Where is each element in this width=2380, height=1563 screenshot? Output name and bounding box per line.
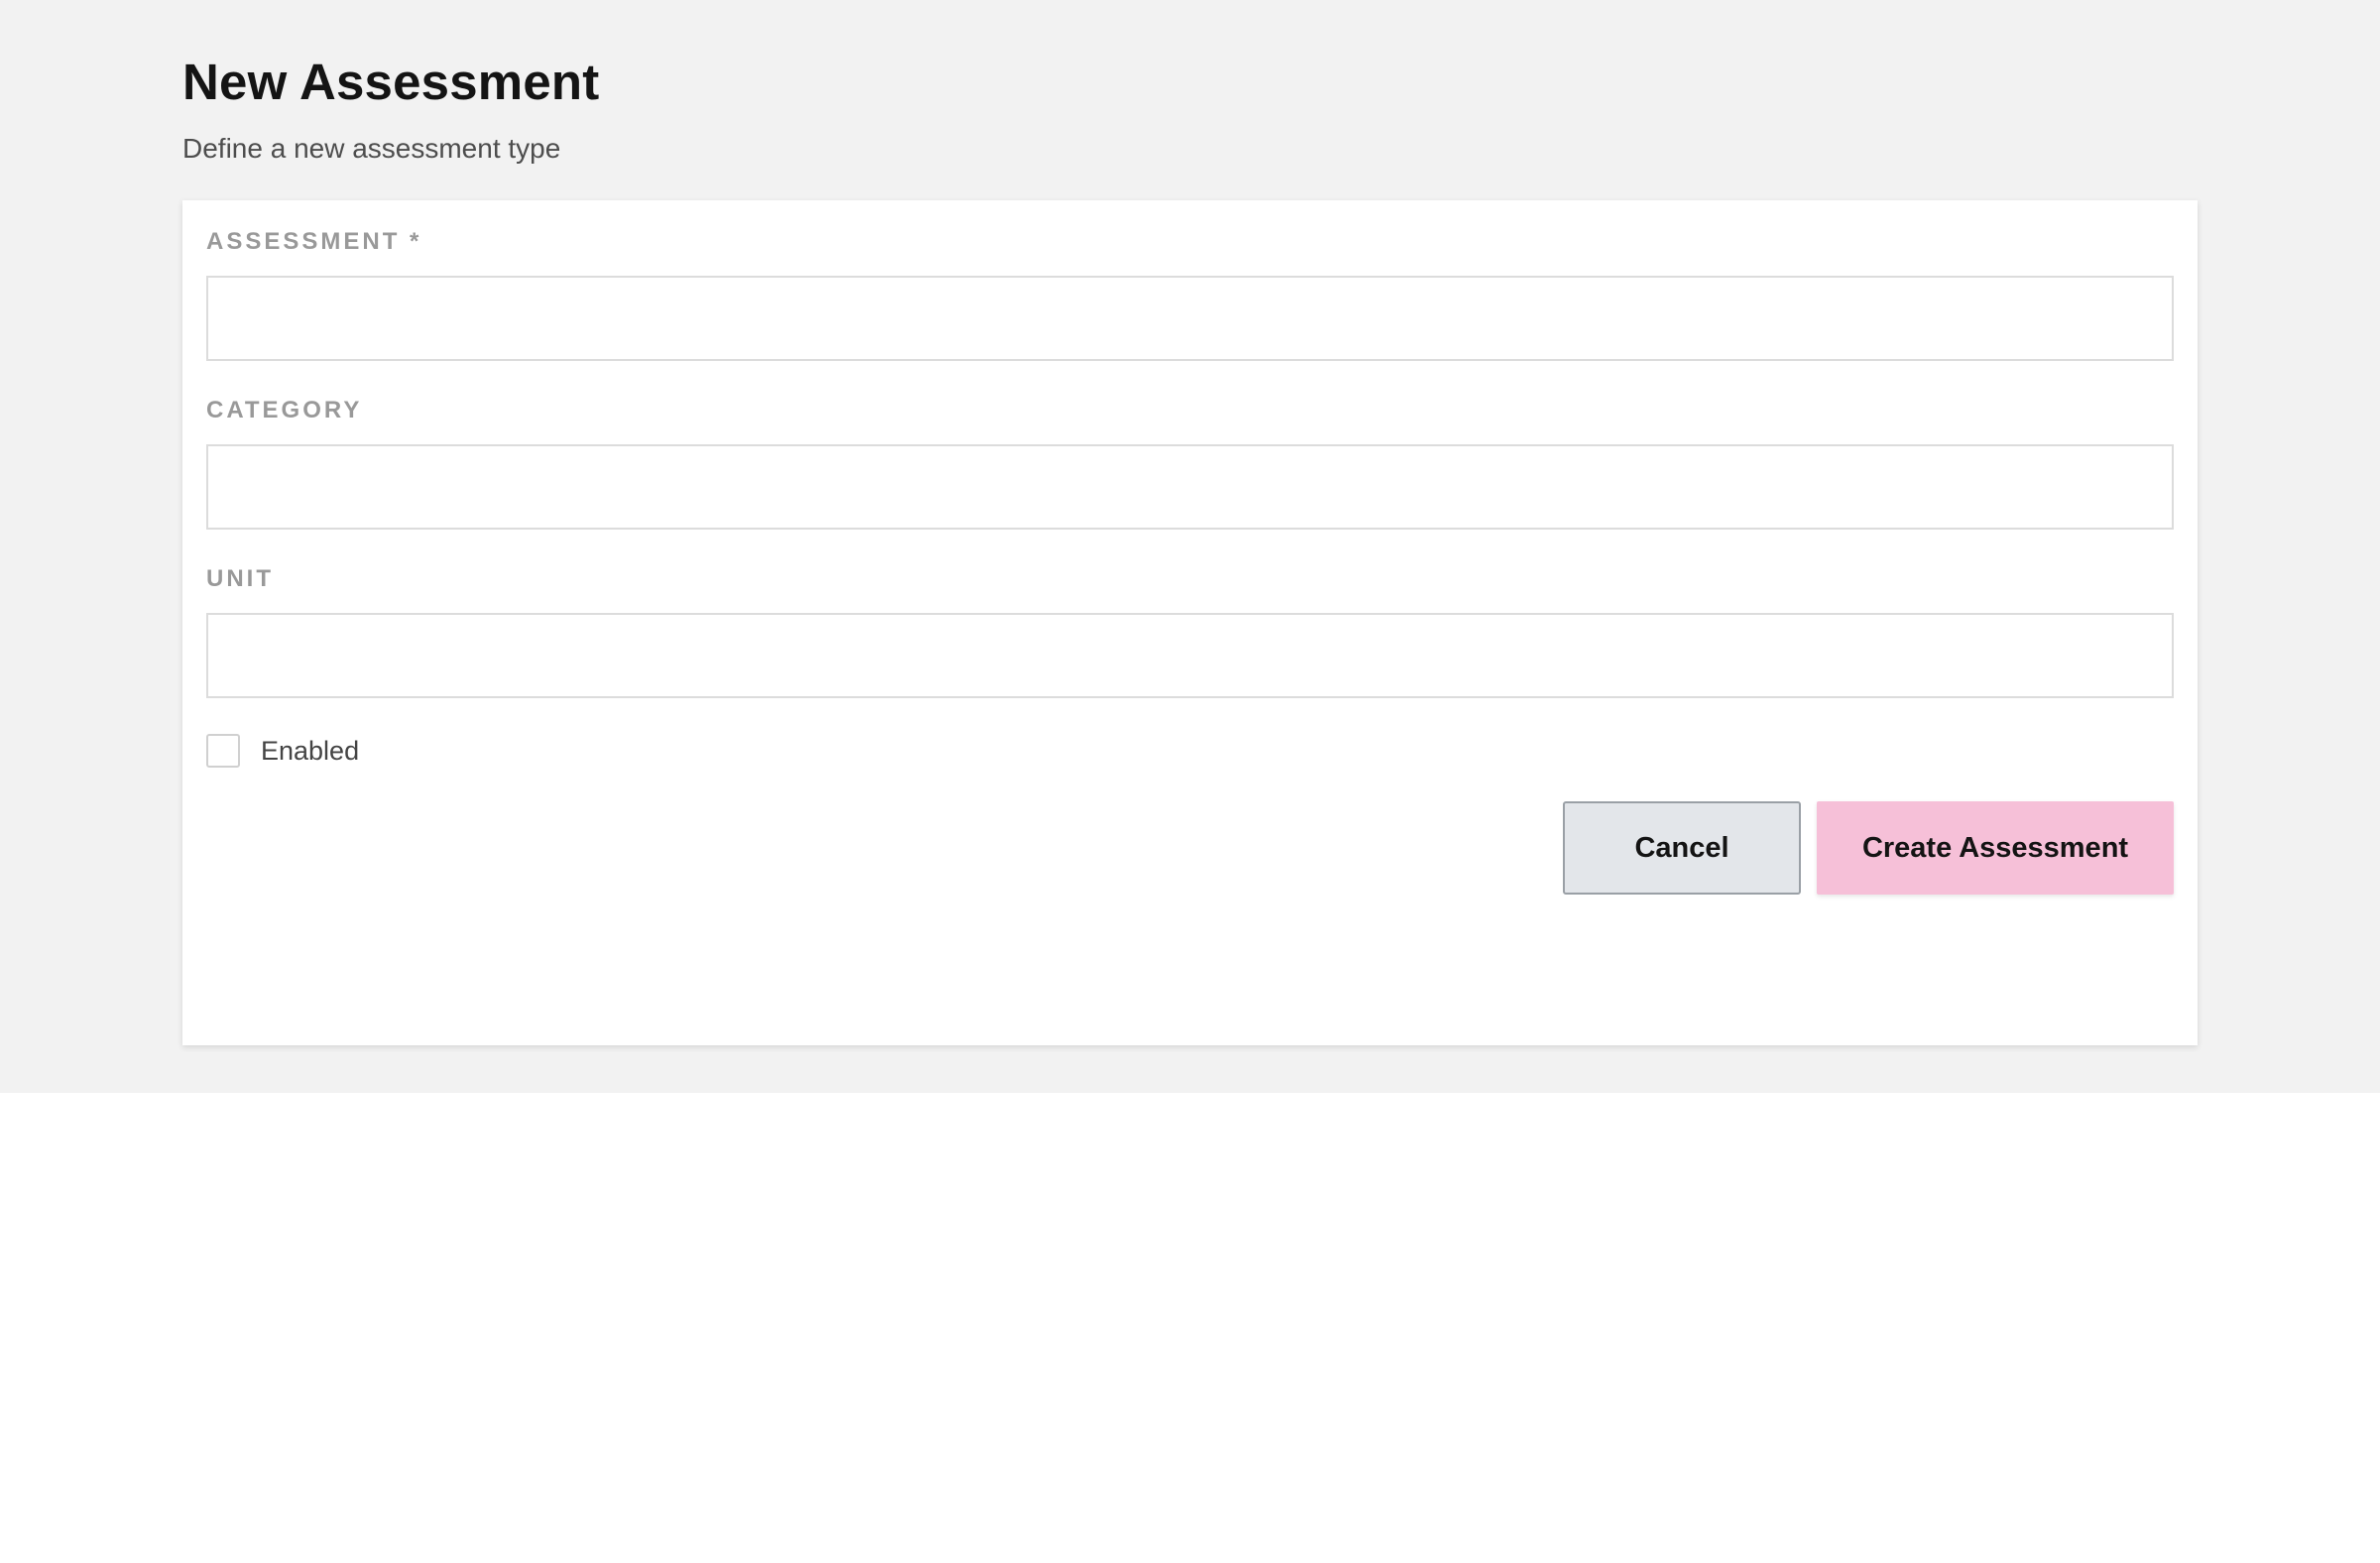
enabled-checkbox-row[interactable]: Enabled <box>206 732 359 770</box>
assessment-input[interactable] <box>206 276 2174 361</box>
category-label: CATEGORY <box>206 397 363 423</box>
assessment-label: ASSESSMENT * <box>206 228 422 255</box>
page-subtitle: Define a new assessment type <box>182 133 561 164</box>
cancel-button[interactable]: Cancel <box>1563 801 1801 895</box>
page-title: New Assessment <box>182 54 600 110</box>
enabled-label: Enabled <box>261 735 360 766</box>
page-header: New Assessment Define a new assessment t… <box>182 48 599 167</box>
unit-input[interactable] <box>206 613 2174 698</box>
unit-label: UNIT <box>206 565 274 592</box>
enabled-checkbox[interactable] <box>206 734 240 768</box>
category-input[interactable] <box>206 444 2174 530</box>
assessment-form-card: ASSESSMENT * CATEGORY UNIT Enabled Cance… <box>182 200 2198 1045</box>
create-assessment-button[interactable]: Create Assessment <box>1817 801 2174 895</box>
